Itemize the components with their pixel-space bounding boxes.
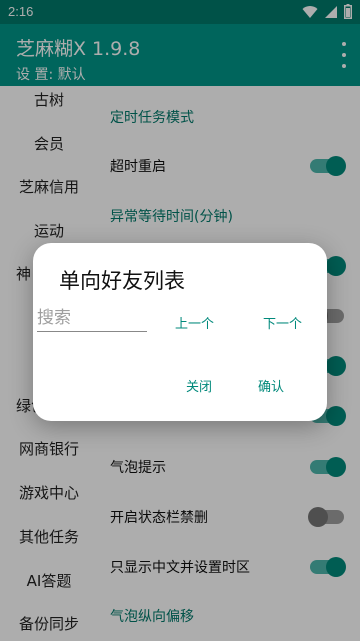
prev-button[interactable]: 上一个: [175, 313, 214, 332]
next-button[interactable]: 下一个: [263, 313, 302, 332]
close-button[interactable]: 关闭: [186, 376, 212, 395]
dialog-title: 单向好友列表: [59, 269, 185, 293]
friend-list-dialog: 单向好友列表 上一个 下一个 关闭 确认: [33, 243, 327, 421]
search-input[interactable]: [37, 305, 147, 332]
confirm-button[interactable]: 确认: [258, 376, 284, 395]
